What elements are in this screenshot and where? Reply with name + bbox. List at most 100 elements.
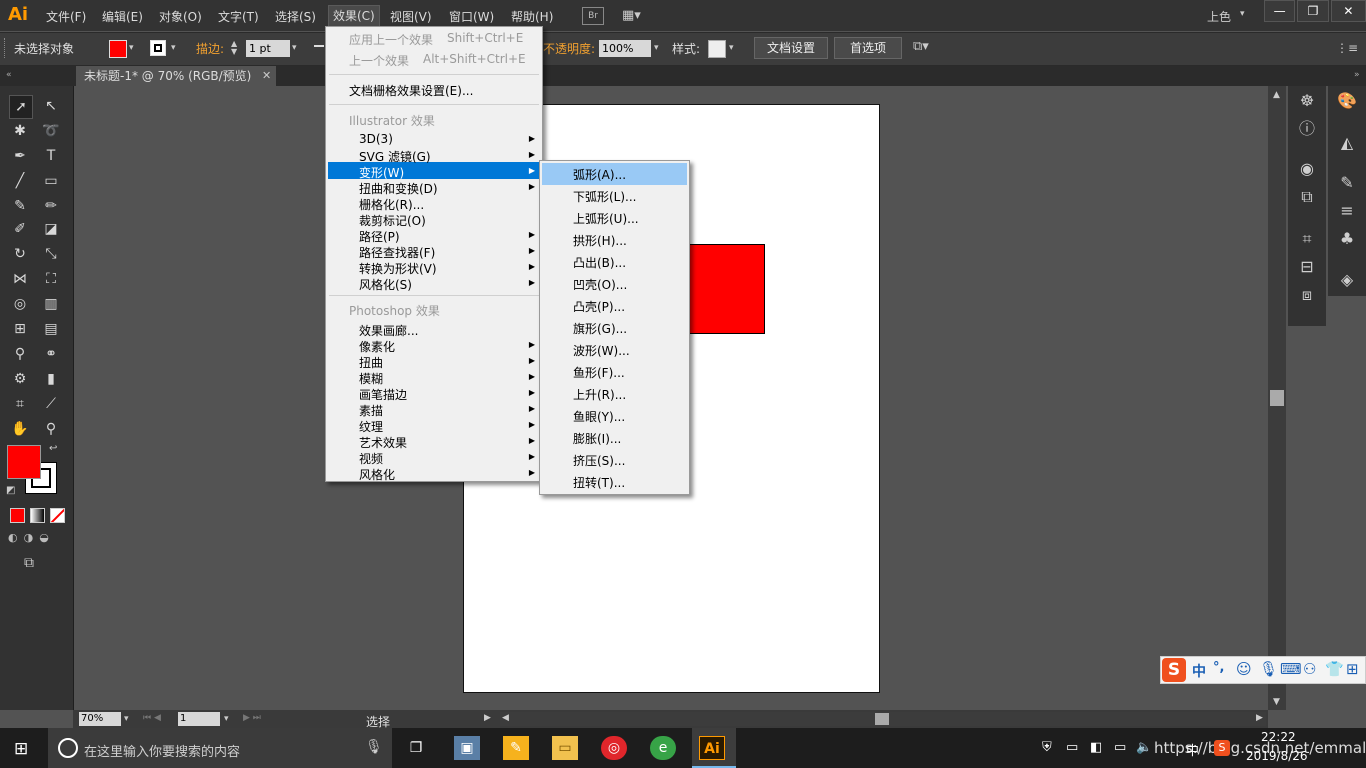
chevron-down-icon[interactable]: ▾: [129, 43, 134, 53]
menu-item-distort[interactable]: 扭曲: [359, 354, 383, 371]
collapse-panel-icon[interactable]: »: [1354, 70, 1360, 80]
scroll-down-icon[interactable]: ▼: [1273, 697, 1280, 707]
stroke-weight-input[interactable]: 1 pt: [246, 40, 290, 57]
status-menu-icon[interactable]: ▶: [484, 713, 491, 723]
keyboard-icon[interactable]: ⌨: [1280, 660, 1302, 678]
display-icon[interactable]: ▭: [1066, 740, 1078, 755]
color-panel-icon[interactable]: 🎨: [1332, 88, 1362, 114]
ime-mode-toggle[interactable]: 中: [1192, 661, 1206, 681]
rotate-tool-icon[interactable]: ↻: [9, 243, 31, 265]
warp-arc[interactable]: 弧形(A)...: [573, 166, 626, 183]
swap-colors-icon[interactable]: ↩: [49, 443, 57, 454]
task-view-icon[interactable]: ❐: [403, 736, 429, 760]
zoom-tool-icon[interactable]: ⚲: [40, 418, 62, 440]
menu-item-effect-gallery[interactable]: 效果画廊...: [359, 322, 418, 339]
drawing-mode-icons[interactable]: ◐◑◒: [8, 531, 68, 545]
menu-item-convert-to-shape[interactable]: 转换为形状(V): [359, 260, 437, 277]
document-raster-effects-settings[interactable]: 文档栅格效果设置(E)...: [349, 82, 473, 99]
menu-window[interactable]: 窗口(W): [449, 8, 494, 25]
lasso-tool-icon[interactable]: ➰: [40, 120, 62, 142]
user-icon[interactable]: ⚇: [1303, 660, 1316, 678]
paintbrush-tool-icon[interactable]: ✎: [9, 195, 31, 217]
artboard-number-field[interactable]: 1: [178, 712, 220, 726]
pathfinder-panel-icon[interactable]: ⧈: [1292, 282, 1322, 308]
warp-shell-lower[interactable]: 凹壳(O)...: [573, 276, 627, 293]
line-tool-icon[interactable]: ╱: [9, 170, 31, 192]
screen-mode-icon[interactable]: ⧉: [24, 555, 34, 571]
direct-selection-tool-icon[interactable]: ↖: [40, 95, 62, 117]
info-panel-icon[interactable]: ⓘ: [1292, 116, 1322, 142]
graphic-styles-panel-icon[interactable]: ⧉: [1292, 184, 1322, 210]
graphic-style-swatch[interactable]: [708, 40, 726, 58]
pen-tool-icon[interactable]: ✒: [9, 145, 31, 167]
chevron-down-icon[interactable]: ▾: [729, 43, 734, 53]
stroke-profile-icon[interactable]: [314, 45, 324, 47]
toolbox-icon[interactable]: ⊞: [1346, 660, 1359, 678]
blob-brush-tool-icon[interactable]: ✐: [9, 218, 31, 240]
horizontal-scroll-thumb[interactable]: [875, 713, 889, 725]
menu-item-pathfinder[interactable]: 路径查找器(F): [359, 244, 435, 261]
perspective-grid-tool-icon[interactable]: ▥: [40, 293, 62, 315]
workspace-switcher[interactable]: 上色: [1207, 8, 1231, 25]
menu-item-distort-transform[interactable]: 扭曲和变换(D): [359, 180, 438, 197]
menu-item-3d[interactable]: 3D(3): [359, 132, 393, 146]
pencil-tool-icon[interactable]: ✏: [40, 195, 62, 217]
chevron-down-icon[interactable]: ▾: [654, 43, 659, 53]
transparency-panel-icon[interactable]: ☸: [1292, 88, 1322, 114]
color-guide-panel-icon[interactable]: ◭: [1332, 130, 1362, 156]
restore-button[interactable]: ❐: [1297, 0, 1329, 22]
selection-tool-icon[interactable]: ➚: [9, 95, 33, 119]
hand-tool-icon[interactable]: ✋: [9, 418, 31, 440]
document-setup-button[interactable]: 文档设置: [754, 37, 828, 59]
clock-date[interactable]: 2019/8/26: [1246, 749, 1308, 763]
align-panel-icon[interactable]: ⊟: [1292, 254, 1322, 280]
none-mode-button[interactable]: [50, 508, 65, 523]
warp-squeeze[interactable]: 挤压(S)...: [573, 452, 625, 469]
battery-icon[interactable]: ▭: [1114, 740, 1126, 755]
fill-swatch[interactable]: [109, 40, 127, 58]
menu-edit[interactable]: 编辑(E): [102, 8, 143, 25]
menu-help[interactable]: 帮助(H): [511, 8, 553, 25]
menu-item-stylize-ps[interactable]: 风格化: [359, 466, 395, 483]
notes-app-icon[interactable]: ✎: [503, 736, 529, 760]
zoom-level-field[interactable]: 70%: [79, 712, 121, 726]
document-tab[interactable]: 未标题-1* @ 70% (RGB/预览): [76, 66, 276, 86]
symbols-panel-icon[interactable]: ♣: [1332, 226, 1362, 252]
volume-icon[interactable]: 🔈: [1136, 740, 1152, 755]
sogou-logo-icon[interactable]: S: [1162, 658, 1186, 682]
input-language[interactable]: 中: [1186, 740, 1199, 759]
menu-item-rasterize[interactable]: 栅格化(R)...: [359, 196, 424, 213]
menu-item-warp[interactable]: 变形(W): [359, 164, 404, 181]
default-colors-icon[interactable]: ◩: [6, 485, 15, 496]
blend-tool-icon[interactable]: ⚭: [40, 343, 62, 365]
artboard-tool-icon[interactable]: ⌗: [9, 393, 31, 415]
symbol-sprayer-tool-icon[interactable]: ⚙: [9, 368, 31, 390]
scroll-left-icon[interactable]: ◀: [502, 713, 509, 723]
photos-app-icon[interactable]: ▣: [454, 736, 480, 760]
vertical-scroll-thumb[interactable]: [1270, 390, 1284, 406]
bridge-button[interactable]: Br: [582, 7, 604, 25]
magic-wand-tool-icon[interactable]: ✱: [9, 120, 31, 142]
warp-arc-lower[interactable]: 下弧形(L)...: [573, 188, 637, 205]
scroll-up-icon[interactable]: ▲: [1273, 90, 1280, 100]
menu-item-sketch[interactable]: 素描: [359, 402, 383, 419]
warp-arc-upper[interactable]: 上弧形(U)...: [573, 210, 639, 227]
menu-object[interactable]: 对象(O): [159, 8, 202, 25]
menu-item-pixelate[interactable]: 像素化: [359, 338, 395, 355]
chevron-down-icon[interactable]: ▾: [224, 714, 229, 724]
eyedropper-tool-icon[interactable]: ⚲: [9, 343, 31, 365]
collapse-panel-icon[interactable]: «: [6, 70, 12, 80]
menu-item-texture[interactable]: 纹理: [359, 418, 383, 435]
brushes-panel-icon[interactable]: ✎: [1332, 170, 1362, 196]
close-button[interactable]: ✕: [1330, 0, 1366, 22]
color-mode-button[interactable]: [10, 508, 25, 523]
warp-wave[interactable]: 波形(W)...: [573, 342, 630, 359]
shield-icon[interactable]: ⛨: [1042, 740, 1052, 755]
minimize-button[interactable]: —: [1264, 0, 1296, 22]
microphone-icon[interactable]: 🎙: [365, 739, 383, 755]
menu-select[interactable]: 选择(S): [275, 8, 316, 25]
stroke-swatch[interactable]: [150, 40, 166, 56]
menu-type[interactable]: 文字(T): [218, 8, 259, 25]
microphone-icon[interactable]: 🎙: [1259, 660, 1278, 678]
arrange-icon[interactable]: ⧉▾: [913, 39, 929, 54]
